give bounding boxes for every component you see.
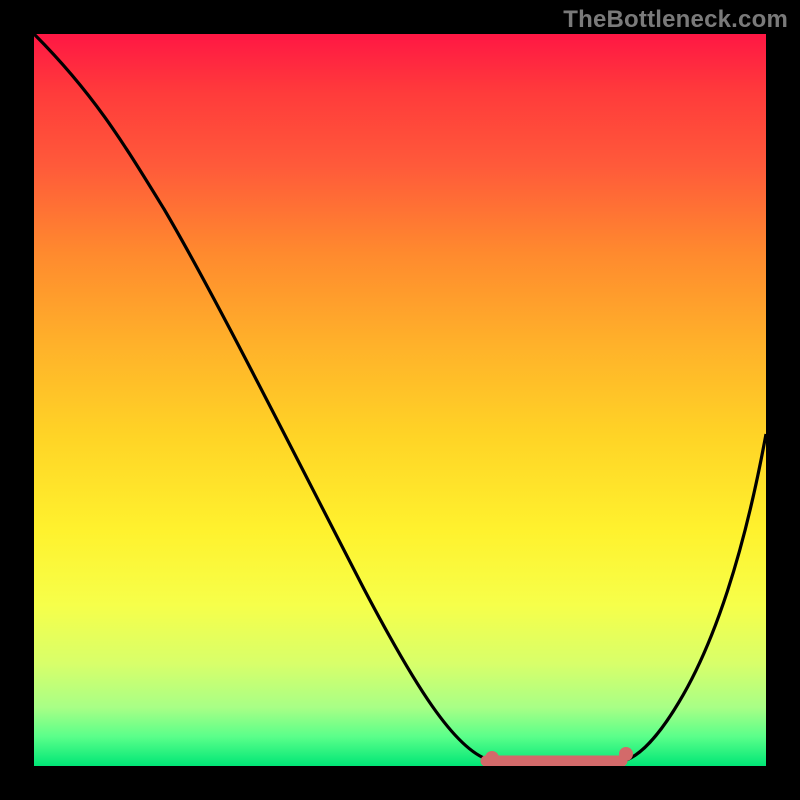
bottleneck-curve	[34, 34, 766, 762]
flat-segment-start-dot	[485, 751, 499, 765]
chart-frame: TheBottleneck.com	[0, 0, 800, 800]
curve-svg	[34, 34, 766, 766]
plot-area	[34, 34, 766, 766]
flat-segment-end-dot	[619, 747, 633, 761]
watermark-text: TheBottleneck.com	[563, 6, 788, 34]
